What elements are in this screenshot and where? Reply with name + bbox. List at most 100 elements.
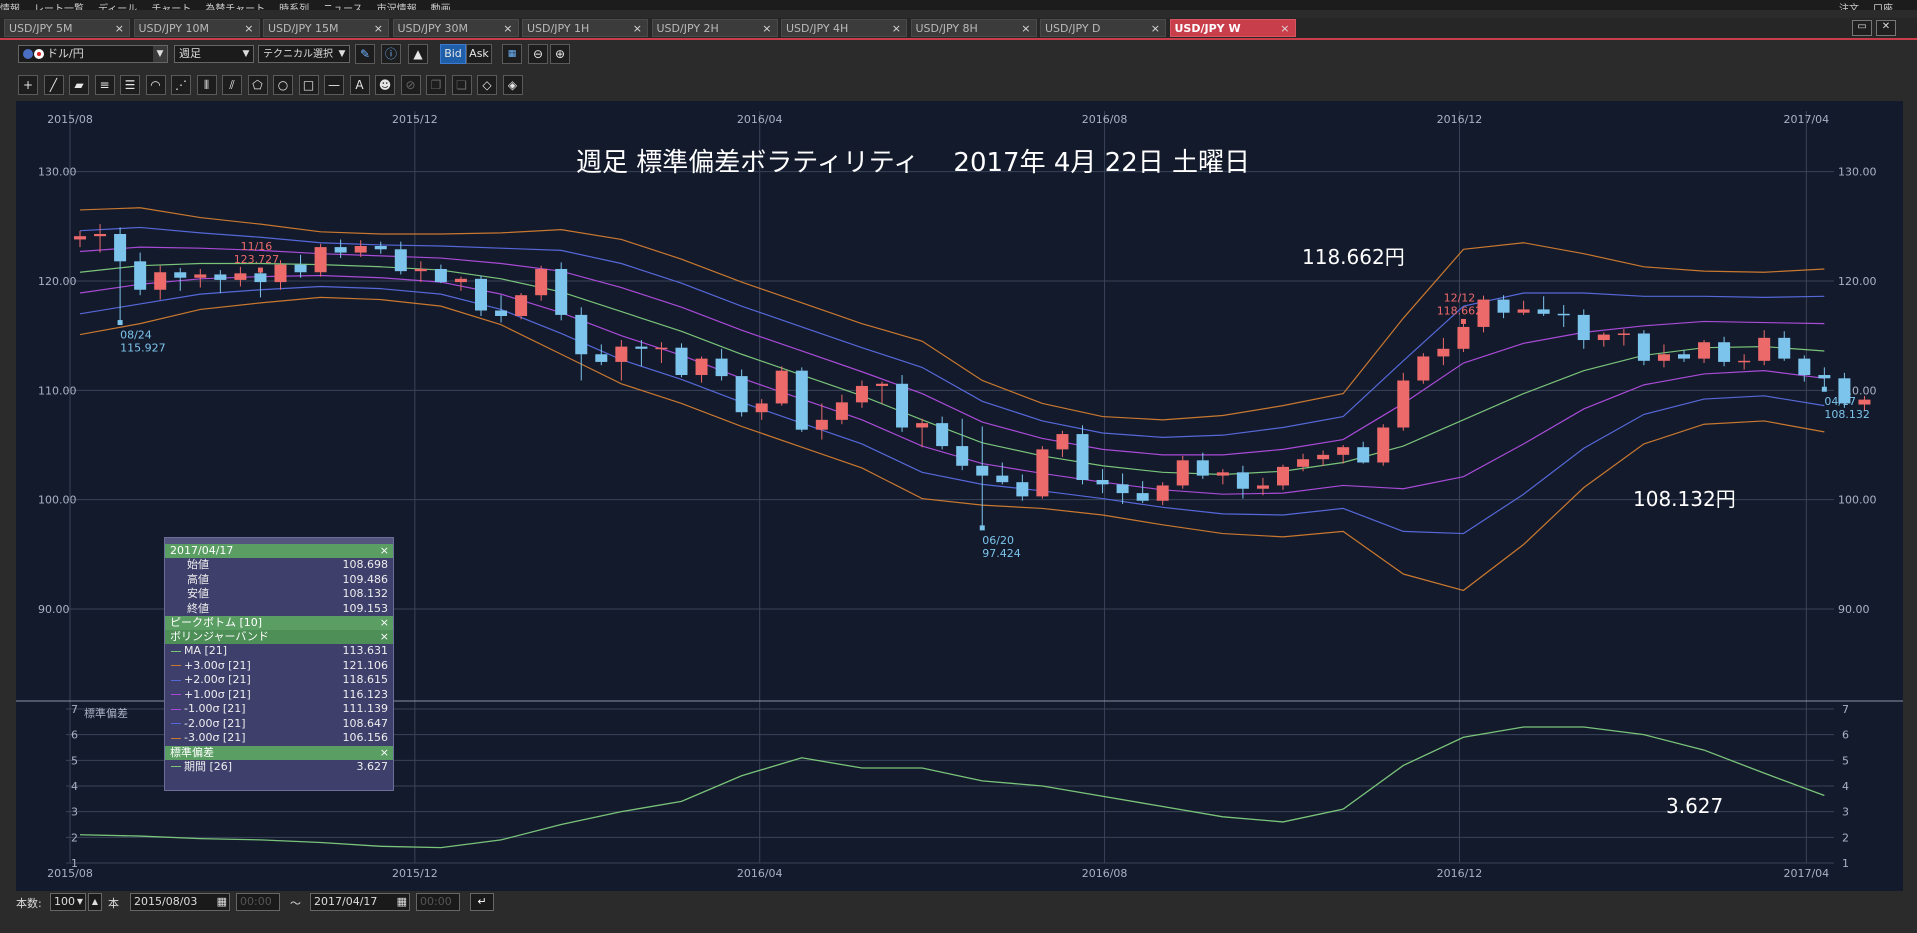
candle-body xyxy=(575,314,588,355)
x-tick-label-top: 2015/08 xyxy=(47,113,93,126)
currency-pair-label: ドル/円 xyxy=(47,47,84,60)
trendline-icon[interactable]: ╱ xyxy=(43,75,64,95)
tab-usd-jpy-10m[interactable]: USD/JPY 10M × xyxy=(133,19,260,37)
tab-usd-jpy-8h[interactable]: USD/JPY 8H × xyxy=(910,19,1037,37)
close-icon[interactable]: × xyxy=(762,20,771,37)
close-window-icon[interactable]: ✕ xyxy=(1876,20,1896,36)
menu-item[interactable]: 市況情報 xyxy=(377,4,417,11)
count-input[interactable]: 100 ▼ xyxy=(50,893,86,911)
calendar-icon[interactable]: ▦ xyxy=(217,894,227,910)
circle-icon[interactable]: ○ xyxy=(273,75,293,95)
ask-toggle[interactable]: Ask xyxy=(466,44,492,64)
close-icon[interactable]: × xyxy=(503,20,512,37)
to-time-input[interactable]: 00:00 xyxy=(416,893,460,911)
delete-icon[interactable]: ⊘ xyxy=(400,75,421,95)
calendar-icon[interactable]: ▦ xyxy=(397,894,407,910)
close-icon[interactable]: × xyxy=(380,746,389,760)
menu-item[interactable]: 情報 xyxy=(0,4,20,11)
pencil-icon[interactable]: ✎ xyxy=(355,44,375,64)
candle-body xyxy=(1798,358,1811,376)
bb-row: +1.00σ [21] 116.123 xyxy=(165,688,393,703)
x-tick-label-bottom: 2016/04 xyxy=(737,867,783,880)
horizontal-line-icon[interactable]: — xyxy=(324,75,344,95)
multi-line-icon[interactable]: ☰ xyxy=(120,75,140,95)
copy-icon[interactable]: ❐ xyxy=(426,75,446,95)
area-chart-icon[interactable]: ▲ xyxy=(408,44,428,64)
close-icon[interactable]: × xyxy=(380,544,389,558)
tab-usd-jpy-w[interactable]: USD/JPY W × xyxy=(1169,19,1296,37)
ohlc-row: 始値 108.698 xyxy=(165,558,393,573)
close-icon[interactable]: × xyxy=(633,20,642,37)
menu-item[interactable]: チャート xyxy=(151,4,191,11)
candle-body xyxy=(1497,299,1510,313)
chart-area[interactable]: 90.00 90.00 100.00 100.00 110.00 110.00 120.00… xyxy=(16,101,1903,891)
restore-window-icon[interactable]: ▭ xyxy=(1852,20,1872,36)
ruler-icon[interactable]: ▰ xyxy=(69,75,89,95)
pitchfork-icon[interactable]: ⫽ xyxy=(222,75,242,95)
close-icon[interactable]: × xyxy=(380,630,389,644)
ohlc-label: 終値 xyxy=(187,601,209,615)
icon-stamp-icon[interactable]: ☻ xyxy=(375,75,395,95)
pentagon-icon[interactable]: ⬠ xyxy=(247,75,268,95)
tab-usd-jpy-5m[interactable]: USD/JPY 5M × xyxy=(4,19,130,37)
currency-pair-select[interactable]: ドル/円 ▼ xyxy=(18,45,168,63)
close-icon[interactable]: × xyxy=(1280,20,1289,37)
period-select[interactable]: 週足 ▼ xyxy=(174,45,254,63)
menu-item[interactable]: 時系列 xyxy=(279,4,309,11)
menu-item[interactable]: ディール xyxy=(98,4,137,11)
bid-toggle[interactable]: Bid xyxy=(440,44,466,64)
close-icon[interactable]: × xyxy=(1021,20,1030,37)
close-icon[interactable]: × xyxy=(374,20,383,37)
from-time-input[interactable]: 00:00 xyxy=(236,893,280,911)
increment-up-icon[interactable]: ▲ xyxy=(88,893,102,911)
crosshair-icon[interactable]: + xyxy=(18,75,38,95)
chevron-down-icon[interactable]: ▼ xyxy=(77,894,83,910)
paste-icon[interactable]: ❏ xyxy=(451,75,472,95)
erase-all-icon[interactable]: ◈ xyxy=(502,75,523,95)
menu-item[interactable]: ニュース xyxy=(323,4,363,11)
ohlc-info-panel[interactable]: 2017/04/17 × 始値 108.698 高値 109.486 安値 108.132 終… xyxy=(164,537,394,791)
tab-usd-jpy-2h[interactable]: USD/JPY 2H × xyxy=(651,19,778,37)
arc-icon[interactable]: ◠ xyxy=(145,75,166,95)
refresh-icon[interactable]: ↵ xyxy=(470,893,494,911)
close-icon[interactable]: × xyxy=(244,20,253,37)
sub-tick-label-right: 2 xyxy=(1842,831,1849,844)
text-icon[interactable]: A xyxy=(349,75,370,95)
to-date-input[interactable]: 2017/04/17 ▦ xyxy=(310,893,410,911)
menu-right-item[interactable]: 注文 xyxy=(1839,4,1859,11)
menu-right-item[interactable]: 口座 xyxy=(1873,4,1893,11)
tab-usd-jpy-30m[interactable]: USD/JPY 30M × xyxy=(392,19,519,37)
fan-icon[interactable]: ⋰ xyxy=(171,75,191,95)
tab-usd-jpy-15m[interactable]: USD/JPY 15M × xyxy=(263,19,389,37)
candle-body xyxy=(454,278,467,283)
close-icon[interactable]: × xyxy=(115,20,124,37)
from-date-input[interactable]: 2015/08/03 ▦ xyxy=(130,893,230,911)
tab-usd-jpy-1h[interactable]: USD/JPY 1H × xyxy=(522,19,648,37)
zoom-in-icon[interactable]: ⊕ xyxy=(550,44,570,64)
menu-item[interactable]: レート一覧 xyxy=(34,4,84,11)
menu-item[interactable]: 為替チャート xyxy=(205,4,265,11)
compare-icon[interactable]: ▦ xyxy=(502,44,522,64)
close-icon[interactable]: × xyxy=(892,20,901,37)
bb-label: +2.00σ [21] xyxy=(184,673,251,686)
info-icon[interactable]: ⓘ xyxy=(381,44,401,64)
bb-label: +1.00σ [21] xyxy=(184,687,251,701)
tab-usd-jpy-4h[interactable]: USD/JPY 4H × xyxy=(781,19,907,37)
menu-item[interactable]: 動画 xyxy=(431,4,451,11)
sub-tick-label-right: 5 xyxy=(1842,754,1849,767)
vertical-lines-icon[interactable]: ⦀ xyxy=(196,75,217,95)
bb-row: +2.00σ [21] 118.615 xyxy=(165,673,393,688)
line-swatch xyxy=(171,723,181,724)
close-icon[interactable]: × xyxy=(380,616,389,630)
ohlc-rows: 始値 108.698 高値 109.486 安値 108.132 終値 109.153 xyxy=(165,558,393,616)
technical-select[interactable]: テクニカル選択 ▼ xyxy=(258,45,350,63)
channel-icon[interactable]: ≡ xyxy=(94,75,115,95)
rectangle-icon[interactable]: □ xyxy=(298,75,319,95)
erase-icon[interactable]: ◇ xyxy=(477,75,497,95)
close-icon[interactable]: × xyxy=(1151,20,1160,37)
zoom-out-icon[interactable]: ⊖ xyxy=(528,44,548,64)
candle-body xyxy=(916,423,929,428)
chart-title: 週足 標準偏差ボラティリティ 2017年 4月 22日 土曜日 xyxy=(576,148,1250,178)
tab-usd-jpy-d[interactable]: USD/JPY D × xyxy=(1040,19,1166,37)
candle-body xyxy=(1216,472,1229,476)
